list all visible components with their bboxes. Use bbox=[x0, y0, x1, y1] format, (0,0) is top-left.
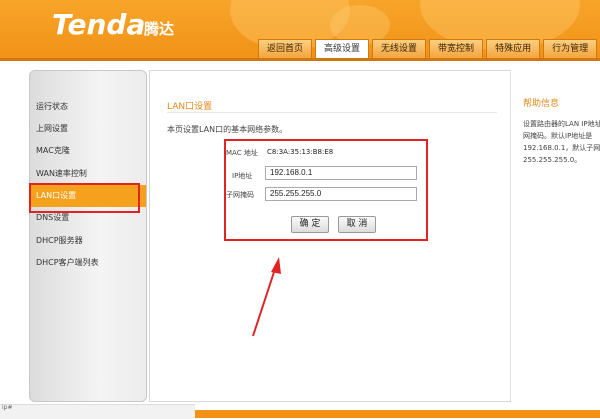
status-bar bbox=[0, 404, 195, 419]
footer-bar bbox=[195, 410, 600, 418]
annotation-arrow-icon bbox=[252, 257, 281, 337]
status-bar-text: ip# bbox=[2, 404, 13, 411]
